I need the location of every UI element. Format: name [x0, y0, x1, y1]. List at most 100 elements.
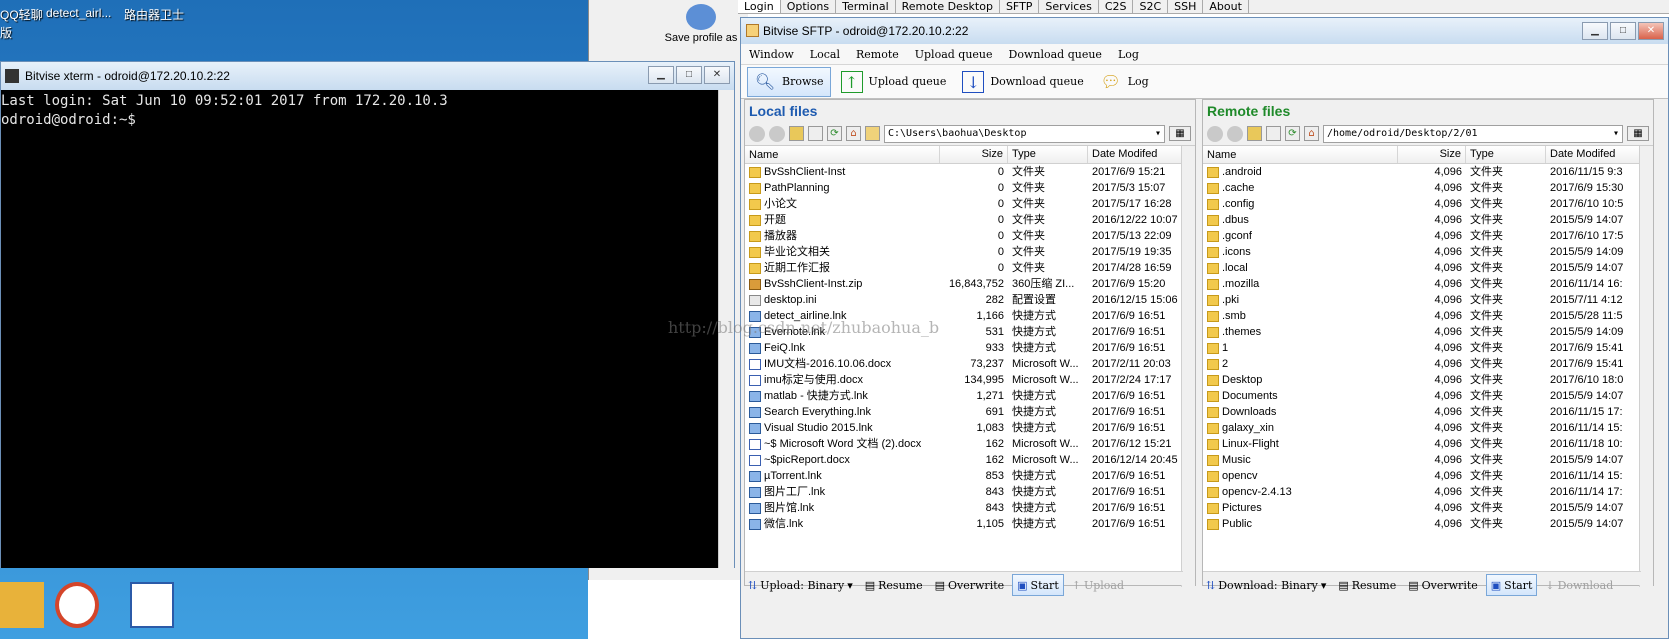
back-icon[interactable] [1207, 125, 1223, 142]
list-item[interactable]: .android 4,096 文件夹 2016/11/15 9:3 [1203, 164, 1653, 180]
list-item[interactable]: 图片馆.lnk 843 快捷方式 2017/6/9 16:51 [745, 500, 1195, 516]
folder-icon[interactable] [865, 126, 880, 141]
column-date[interactable]: Date Modifed [1088, 146, 1183, 163]
column-type[interactable]: Type [1466, 146, 1546, 163]
list-item[interactable]: .themes 4,096 文件夹 2015/5/9 14:09 [1203, 324, 1653, 340]
remote-path-input[interactable]: /home/odroid/Desktop/2/01 [1323, 124, 1623, 143]
maximize-button[interactable]: □ [1610, 22, 1636, 40]
menu-upload-queue[interactable]: Upload queue [907, 48, 1001, 61]
list-item[interactable]: 小论文 0 文件夹 2017/5/17 16:28 [745, 196, 1195, 212]
list-item[interactable]: Music 4,096 文件夹 2015/5/9 14:07 [1203, 452, 1653, 468]
list-item[interactable]: .smb 4,096 文件夹 2015/5/28 11:5 [1203, 308, 1653, 324]
list-item[interactable]: µTorrent.lnk 853 快捷方式 2017/6/9 16:51 [745, 468, 1195, 484]
local-path-input[interactable]: C:\Users\baohua\Desktop [884, 124, 1165, 143]
list-item[interactable]: Search Everything.lnk 691 快捷方式 2017/6/9 16:… [745, 404, 1195, 420]
desktop-label-detect[interactable]: detect_airl... [46, 6, 111, 20]
desktop-label-qq[interactable]: QQ轻聊 [0, 6, 43, 23]
download-mode-dropdown[interactable]: ⇅ Download: Binary ▾ [1202, 574, 1330, 596]
list-item[interactable]: Linux-Flight 4,096 文件夹 2016/11/18 10: [1203, 436, 1653, 452]
tab-terminal[interactable]: Terminal [836, 0, 896, 13]
maximize-button[interactable]: □ [676, 66, 702, 84]
list-item[interactable]: 毕业论文相关 0 文件夹 2017/5/19 19:35 [745, 244, 1195, 260]
menu-download-queue[interactable]: Download queue [1001, 48, 1110, 61]
list-item[interactable]: desktop.ini 282 配置设置 2016/12/15 15:06 [745, 292, 1195, 308]
app-shortcut-icon[interactable] [55, 582, 99, 628]
tab-sftp[interactable]: SFTP [1000, 0, 1040, 13]
list-item[interactable]: opencv-2.4.13 4,096 文件夹 2016/11/14 17: [1203, 484, 1653, 500]
tab-s2c[interactable]: S2C [1133, 0, 1169, 13]
tab-services[interactable]: Services [1039, 0, 1099, 13]
remote-vertical-scrollbar[interactable] [1639, 146, 1653, 587]
list-item[interactable]: matlab - 快捷方式.lnk 1,271 快捷方式 2017/6/9 16:51 [745, 388, 1195, 404]
folder-icon[interactable] [0, 582, 44, 628]
column-date[interactable]: Date Modifed [1546, 146, 1641, 163]
list-item[interactable]: Evernote.lnk 531 快捷方式 2017/6/9 16:51 [745, 324, 1195, 340]
home-icon[interactable]: ⌂ [1304, 126, 1319, 141]
list-item[interactable]: 图片工厂.lnk 843 快捷方式 2017/6/9 16:51 [745, 484, 1195, 500]
list-item[interactable]: galaxy_xin 4,096 文件夹 2016/11/14 15: [1203, 420, 1653, 436]
list-item[interactable]: .pki 4,096 文件夹 2015/7/11 4:12 [1203, 292, 1653, 308]
close-button[interactable]: ✕ [704, 66, 730, 84]
list-item[interactable]: 开题 0 文件夹 2016/12/22 10:07 [745, 212, 1195, 228]
list-item[interactable]: 近期工作汇报 0 文件夹 2017/4/28 16:59 [745, 260, 1195, 276]
list-item[interactable]: 微信.lnk 1,105 快捷方式 2017/6/9 16:51 [745, 516, 1195, 532]
list-item[interactable]: ~$ Microsoft Word 文档 (2).docx 162 Microsof… [745, 436, 1195, 452]
list-item[interactable]: opencv 4,096 文件夹 2016/11/14 15: [1203, 468, 1653, 484]
word-document-icon[interactable] [130, 582, 174, 628]
list-item[interactable]: detect_airline.lnk 1,166 快捷方式 2017/6/9 16:5… [745, 308, 1195, 324]
xterm-titlebar[interactable]: Bitvise xterm - odroid@172.20.10.2:22 ▁ … [1, 62, 734, 90]
download-action-button[interactable]: ↓ Download [1541, 574, 1617, 596]
tab-about[interactable]: About [1203, 0, 1249, 13]
list-item[interactable]: .dbus 4,096 文件夹 2015/5/9 14:07 [1203, 212, 1653, 228]
list-item[interactable]: .gconf 4,096 文件夹 2017/6/10 17:5 [1203, 228, 1653, 244]
column-name[interactable]: Name [745, 146, 940, 163]
upload-overwrite-button[interactable]: ▤ Overwrite [931, 574, 1009, 596]
sftp-titlebar[interactable]: Bitvise SFTP - odroid@172.20.10.2:22 ▁ □… [741, 18, 1668, 44]
view-mode-icon[interactable]: ▦ [1627, 126, 1649, 141]
refresh-icon[interactable]: ⟳ [827, 126, 842, 141]
menu-local[interactable]: Local [802, 48, 848, 61]
upload-start-button[interactable]: ▣ Start [1012, 574, 1064, 596]
minimize-button[interactable]: ▁ [1582, 22, 1608, 40]
list-item[interactable]: 2 4,096 文件夹 2017/6/9 15:41 [1203, 356, 1653, 372]
list-item[interactable]: 1 4,096 文件夹 2017/6/9 15:41 [1203, 340, 1653, 356]
list-item[interactable]: Visual Studio 2015.lnk 1,083 快捷方式 2017/6/9 … [745, 420, 1195, 436]
upload-queue-button[interactable]: ↑ Upload queue [835, 67, 953, 97]
list-item[interactable]: Documents 4,096 文件夹 2015/5/9 14:07 [1203, 388, 1653, 404]
list-item[interactable]: .config 4,096 文件夹 2017/6/10 10:5 [1203, 196, 1653, 212]
download-resume-button[interactable]: ▤ Resume [1334, 574, 1400, 596]
home-icon[interactable]: ⌂ [846, 126, 861, 141]
column-size[interactable]: Size [1398, 146, 1466, 163]
tab-login[interactable]: Login [738, 0, 781, 13]
forward-icon[interactable] [1227, 125, 1243, 142]
list-item[interactable]: .local 4,096 文件夹 2015/5/9 14:07 [1203, 260, 1653, 276]
list-item[interactable]: 播放器 0 文件夹 2017/5/13 22:09 [745, 228, 1195, 244]
tab-options[interactable]: Options [781, 0, 837, 13]
list-item[interactable]: PathPlanning 0 文件夹 2017/5/3 15:07 [745, 180, 1195, 196]
list-item[interactable]: BvSshClient-Inst.zip 16,843,752 360压缩 ZI..… [745, 276, 1195, 292]
save-profile-button[interactable]: Save profile as [661, 4, 741, 44]
folder-up-icon[interactable] [1247, 126, 1262, 141]
menu-log[interactable]: Log [1110, 48, 1147, 61]
list-item[interactable]: Pictures 4,096 文件夹 2015/5/9 14:07 [1203, 500, 1653, 516]
upload-action-button[interactable]: ↑ Upload [1068, 574, 1128, 596]
menu-remote[interactable]: Remote [848, 48, 907, 61]
tab-remote-desktop[interactable]: Remote Desktop [896, 0, 1000, 13]
back-icon[interactable] [749, 125, 765, 142]
new-file-icon[interactable] [1266, 126, 1281, 141]
list-item[interactable]: Downloads 4,096 文件夹 2016/11/15 17: [1203, 404, 1653, 420]
folder-up-icon[interactable] [789, 126, 804, 141]
list-item[interactable]: Desktop 4,096 文件夹 2017/6/10 18:0 [1203, 372, 1653, 388]
minimize-button[interactable]: ▁ [648, 66, 674, 84]
close-button[interactable]: ✕ [1638, 22, 1664, 40]
tab-ssh[interactable]: SSH [1168, 0, 1204, 13]
column-name[interactable]: Name [1203, 146, 1398, 163]
download-queue-button[interactable]: ↓ Download queue [956, 67, 1089, 97]
list-item[interactable]: .icons 4,096 文件夹 2015/5/9 14:09 [1203, 244, 1653, 260]
upload-resume-button[interactable]: ▤ Resume [861, 574, 927, 596]
column-type[interactable]: Type [1008, 146, 1088, 163]
list-item[interactable]: BvSshClient-Inst 0 文件夹 2017/6/9 15:21 [745, 164, 1195, 180]
terminal-scrollbar[interactable] [718, 90, 734, 568]
refresh-icon[interactable]: ⟳ [1285, 126, 1300, 141]
forward-icon[interactable] [769, 125, 785, 142]
